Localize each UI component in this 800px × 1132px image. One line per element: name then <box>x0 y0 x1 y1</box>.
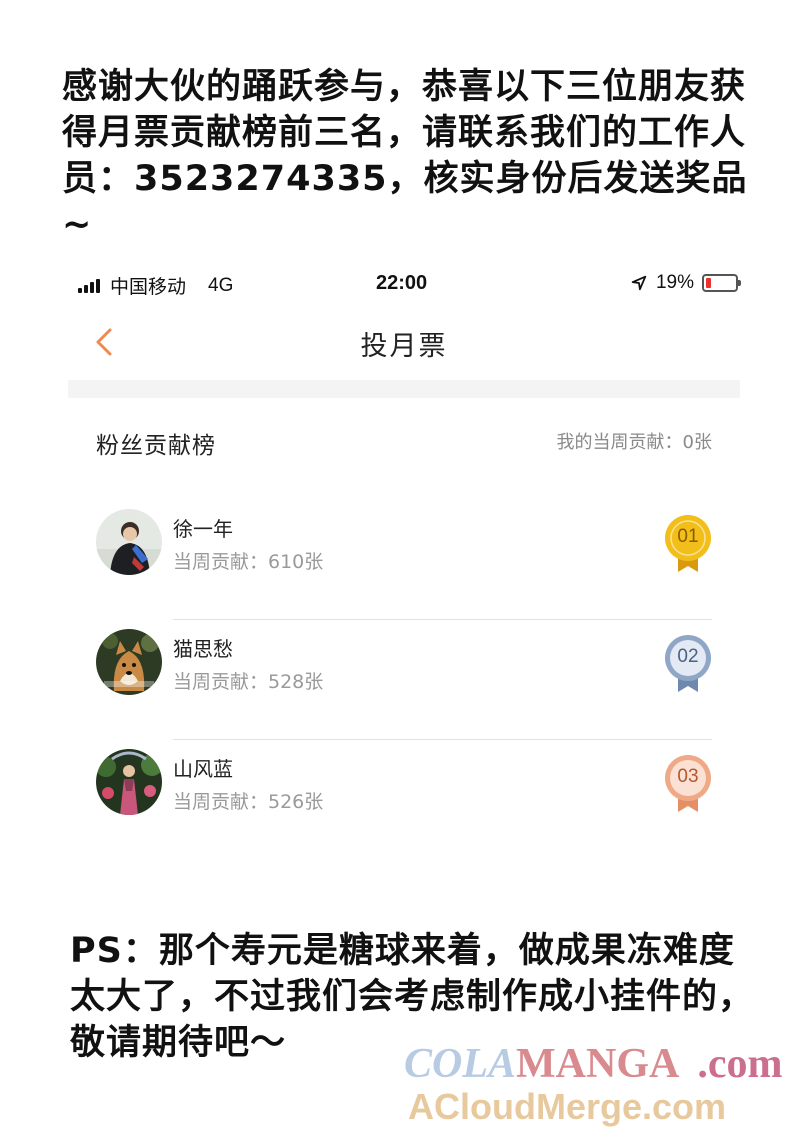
garden-avatar-icon[interactable] <box>96 749 162 815</box>
announcement-text: 感谢大伙的踊跃参与，恭喜以下三位朋友获得月票贡献榜前三名，请联系我们的工作人员：… <box>62 67 748 245</box>
watermark-line-1: COLAMANGA .com <box>404 1040 782 1088</box>
section-divider <box>68 380 740 398</box>
fan-contribution: 当周贡献：528张 <box>173 671 324 693</box>
fan-name: 猫思愁 <box>173 637 233 661</box>
bronze-medal-icon: 03 <box>664 754 712 814</box>
status-left: 中国移动 4G <box>78 272 233 299</box>
watermark-manga: MANGA <box>516 1041 680 1087</box>
medal-rank: 03 <box>677 766 699 787</box>
carrier-label: 中国移动 <box>110 277 187 298</box>
clock: 22:00 <box>376 272 428 294</box>
list-item[interactable]: 猫思愁 当周贡献：528张 02 <box>96 620 712 740</box>
fan-contribution: 当周贡献：610张 <box>173 551 324 573</box>
leaderboard-title: 粉丝贡献榜 <box>96 433 216 459</box>
site-watermark: COLAMANGA .com ACloudMerge.com <box>400 1040 800 1132</box>
fan-contribution: 当周贡献：526张 <box>173 791 324 813</box>
watermark-line-2: ACloudMerge.com <box>408 1086 727 1127</box>
nav-bar: 投月票 <box>68 318 740 366</box>
location-arrow-icon <box>631 275 647 291</box>
leaderboard-list: 徐一年 当周贡献：610张 01 猫思愁 当周贡献：528张 02 山风蓝 当周… <box>96 500 712 860</box>
status-bar: 中国移动 4G 22:00 19% <box>78 270 741 300</box>
leaderboard-header: 粉丝贡献榜 我的当周贡献：0张 <box>96 424 712 459</box>
page-title: 投月票 <box>360 331 448 362</box>
silver-medal-icon: 02 <box>664 634 712 694</box>
watermark-cola: COLA <box>404 1041 517 1087</box>
network-label: 4G <box>208 274 234 296</box>
medal-rank: 02 <box>677 646 699 667</box>
medal-rank: 01 <box>677 526 699 547</box>
status-right: 19% <box>630 272 741 294</box>
battery-percent: 19% <box>655 272 694 293</box>
watermark-com: .com <box>697 1041 783 1087</box>
list-item[interactable]: 徐一年 当周贡献：610张 01 <box>96 500 712 620</box>
fan-name: 山风蓝 <box>173 757 233 781</box>
dog-avatar-icon[interactable] <box>96 629 162 695</box>
fan-name: 徐一年 <box>173 517 233 541</box>
battery-icon <box>702 274 741 292</box>
gold-medal-icon: 01 <box>664 514 712 574</box>
my-contribution: 我的当周贡献：0张 <box>556 432 712 453</box>
list-item[interactable]: 山风蓝 当周贡献：526张 03 <box>96 740 712 860</box>
person-avatar-icon[interactable] <box>96 509 162 575</box>
signal-bars-icon <box>78 278 100 293</box>
